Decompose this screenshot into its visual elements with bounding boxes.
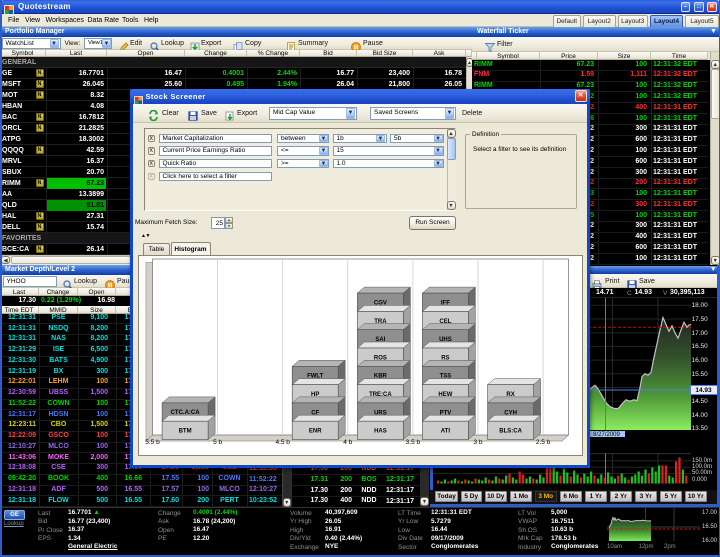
svg-text:2.5 b: 2.5 b [536,439,551,446]
svg-text:3.5 b: 3.5 b [406,439,421,446]
svg-text:5.5 b: 5.5 b [145,439,160,446]
svg-text:HAS: HAS [374,429,387,435]
svg-text:BLS:CA: BLS:CA [499,429,522,435]
svg-text:3 b: 3 b [473,439,482,446]
svg-text:ENR: ENR [309,429,322,435]
svg-text:4.5 b: 4.5 b [275,439,290,446]
svg-text:4 b: 4 b [343,439,352,446]
svg-text:ATI: ATI [441,429,451,435]
svg-text:BTM: BTM [179,429,192,435]
svg-text:5 b: 5 b [213,439,222,446]
